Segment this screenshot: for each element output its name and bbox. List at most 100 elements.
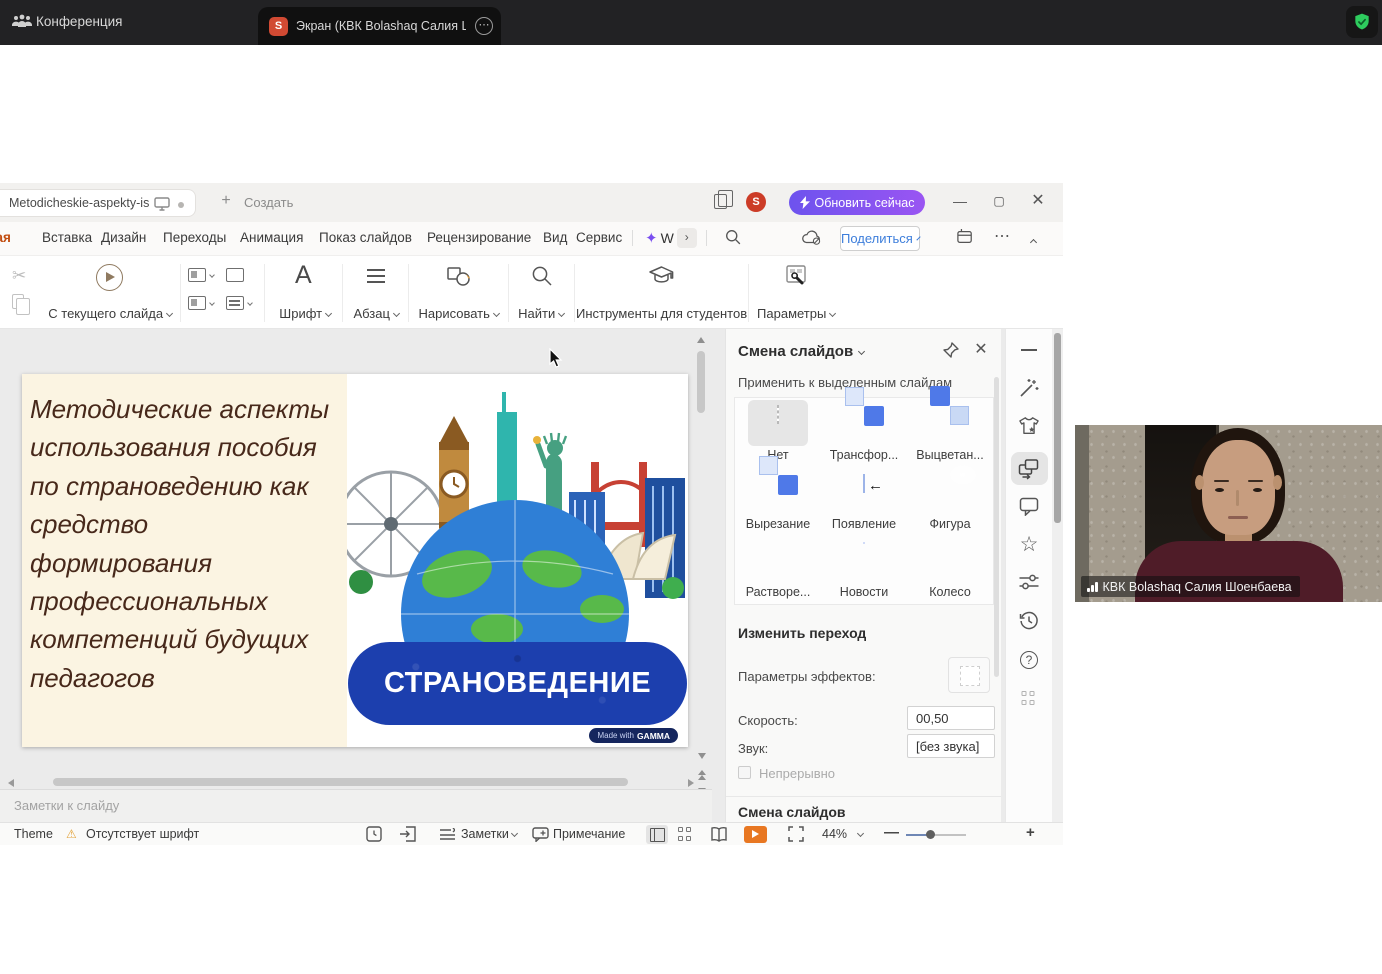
new-document-label[interactable]: Создать <box>244 195 293 210</box>
slideshow-play-button[interactable] <box>744 826 767 843</box>
scroll-up-arrow[interactable] <box>697 337 705 343</box>
vertical-scrollbar[interactable] <box>694 333 708 773</box>
share-button[interactable]: Поделиться <box>840 226 920 251</box>
ai-assistant-menu[interactable]: ✦ W › <box>645 228 697 248</box>
chevron-right-icon[interactable]: › <box>677 228 697 248</box>
more-options-icon[interactable]: ⋯ <box>994 226 1010 246</box>
student-tools-button[interactable]: Инструменты для студентов <box>576 256 746 330</box>
from-current-slide-button[interactable]: С текущего слайда <box>42 256 178 330</box>
magic-wand-icon[interactable] <box>1018 377 1040 404</box>
search-icon[interactable] <box>724 228 742 249</box>
menu-transitions[interactable]: Переходы <box>163 230 226 245</box>
cloud-sync-icon[interactable] <box>800 228 822 249</box>
document-tab[interactable]: Metodicheskie-aspekty-ispolz <box>0 189 196 217</box>
apps-grid-icon[interactable] <box>1022 691 1037 706</box>
paragraph-button[interactable]: Абзац <box>345 256 407 330</box>
normal-view-button[interactable] <box>646 825 668 844</box>
fit-to-window-icon[interactable] <box>788 826 804 845</box>
maximize-button[interactable]: ▢ <box>990 192 1008 210</box>
comment-plus-icon[interactable] <box>532 827 549 845</box>
scroll-down-arrow[interactable] <box>698 753 706 759</box>
previous-slide-button[interactable] <box>698 770 707 780</box>
horizontal-scrollbar[interactable] <box>8 776 698 789</box>
zoom-slider[interactable] <box>906 834 966 836</box>
notes-toggle[interactable]: Заметки <box>461 827 517 841</box>
screen-share-tab[interactable]: S Экран (КВК Bolashaq Салия Шое ⋯ <box>258 7 501 45</box>
missing-font-warning[interactable]: Отсутствует шрифт <box>86 827 199 841</box>
speed-input[interactable] <box>907 706 995 730</box>
cut-icon[interactable]: ✂ <box>12 266 26 286</box>
menu-tools[interactable]: Сервис <box>576 230 622 245</box>
menu-review[interactable]: Рецензирование <box>427 230 531 245</box>
scroll-thumb[interactable] <box>697 351 705 413</box>
animation-star-icon[interactable]: ☆ <box>1020 532 1039 557</box>
menu-slideshow[interactable]: Показ слайдов <box>319 230 412 245</box>
menu-home[interactable]: Главная <box>0 230 34 245</box>
comment-toggle[interactable]: Примечание <box>553 827 625 841</box>
design-icon[interactable] <box>1018 416 1040 441</box>
add-to-panel-icon[interactable] <box>956 229 974 248</box>
account-avatar[interactable]: S <box>746 192 766 212</box>
shared-screen-scrollbar[interactable] <box>1052 329 1063 822</box>
history-icon[interactable] <box>1019 610 1040 636</box>
new-document-plus-icon[interactable]: + <box>216 192 236 210</box>
zoom-chevron-icon[interactable] <box>858 827 863 841</box>
close-panel-icon[interactable]: ✕ <box>972 339 990 359</box>
transition-wheel[interactable]: Колесо <box>907 535 993 603</box>
panel-title[interactable]: Смена слайдов <box>738 343 864 360</box>
theme-label[interactable]: Theme <box>14 827 53 841</box>
options-button[interactable]: Параметры <box>750 256 842 330</box>
settings-sliders-icon[interactable] <box>1019 573 1040 596</box>
transition-cut[interactable]: Вырезание <box>735 467 821 535</box>
draw-button[interactable]: Нарисовать <box>411 256 506 330</box>
scroll-left-arrow[interactable] <box>8 779 14 787</box>
close-button[interactable]: ✕ <box>1029 192 1047 210</box>
transition-dissolve[interactable]: Растворе... <box>735 535 821 603</box>
reset-slide-icon[interactable] <box>226 268 244 282</box>
font-button[interactable]: А Шрифт <box>268 256 342 330</box>
slide-title-text[interactable]: Методические аспекты использования пособ… <box>30 390 350 697</box>
reading-view-button[interactable] <box>710 826 728 845</box>
find-button[interactable]: Найти <box>510 256 572 330</box>
new-slide-icon[interactable] <box>188 268 206 282</box>
panel-scrollbar[interactable] <box>994 377 999 677</box>
scroll-thumb[interactable] <box>53 778 628 786</box>
security-shield-button[interactable] <box>1346 6 1378 38</box>
outline-icon[interactable] <box>226 296 244 310</box>
transitions-icon[interactable] <box>1018 457 1041 485</box>
tab-more-icon[interactable]: ⋯ <box>475 17 493 35</box>
continuous-checkbox[interactable] <box>738 766 751 779</box>
zoom-in-button[interactable]: + <box>1026 824 1035 841</box>
help-icon[interactable]: ? <box>1020 651 1038 669</box>
transition-newsflash[interactable]: Новости <box>821 535 907 603</box>
transition-appear[interactable]: Появление <box>821 467 907 535</box>
pin-icon[interactable] <box>942 342 959 364</box>
rehearse-timer-icon[interactable] <box>366 826 382 845</box>
transition-shape[interactable]: Фигура <box>907 467 993 535</box>
menu-animation[interactable]: Анимация <box>240 230 303 245</box>
transition-fade[interactable]: Выцветан... <box>907 398 993 466</box>
update-now-button[interactable]: Обновить сейчас <box>789 190 925 215</box>
zoom-slider-knob[interactable] <box>926 830 935 839</box>
slide-canvas[interactable]: Методические аспекты использования пособ… <box>22 374 688 747</box>
transition-none[interactable]: Нет <box>735 398 821 466</box>
menu-design[interactable]: Дизайн <box>101 230 146 245</box>
comment-icon[interactable] <box>1019 496 1040 521</box>
sound-input[interactable] <box>907 734 995 758</box>
paste-icon[interactable] <box>12 294 24 309</box>
layout-icon[interactable] <box>188 296 206 310</box>
notes-lines-icon[interactable] <box>440 828 455 843</box>
collapse-icon[interactable] <box>1021 349 1037 351</box>
minimize-button[interactable]: — <box>951 192 969 210</box>
zoom-out-button[interactable]: — <box>884 824 899 841</box>
webcam-video[interactable]: КВК Bolashaq Салия Шоенбаева <box>1075 425 1382 602</box>
zoom-level[interactable]: 44% <box>822 827 847 841</box>
slide-sorter-view-button[interactable] <box>678 827 693 842</box>
windows-stack-icon[interactable] <box>714 194 727 209</box>
collapse-ribbon-icon[interactable] <box>1031 232 1036 247</box>
scroll-right-arrow[interactable] <box>688 779 694 787</box>
menu-view[interactable]: Вид <box>543 230 567 245</box>
scroll-thumb[interactable] <box>1054 333 1061 523</box>
transition-morph[interactable]: Трансфор... <box>821 398 907 466</box>
effect-params-tile[interactable] <box>948 657 990 693</box>
